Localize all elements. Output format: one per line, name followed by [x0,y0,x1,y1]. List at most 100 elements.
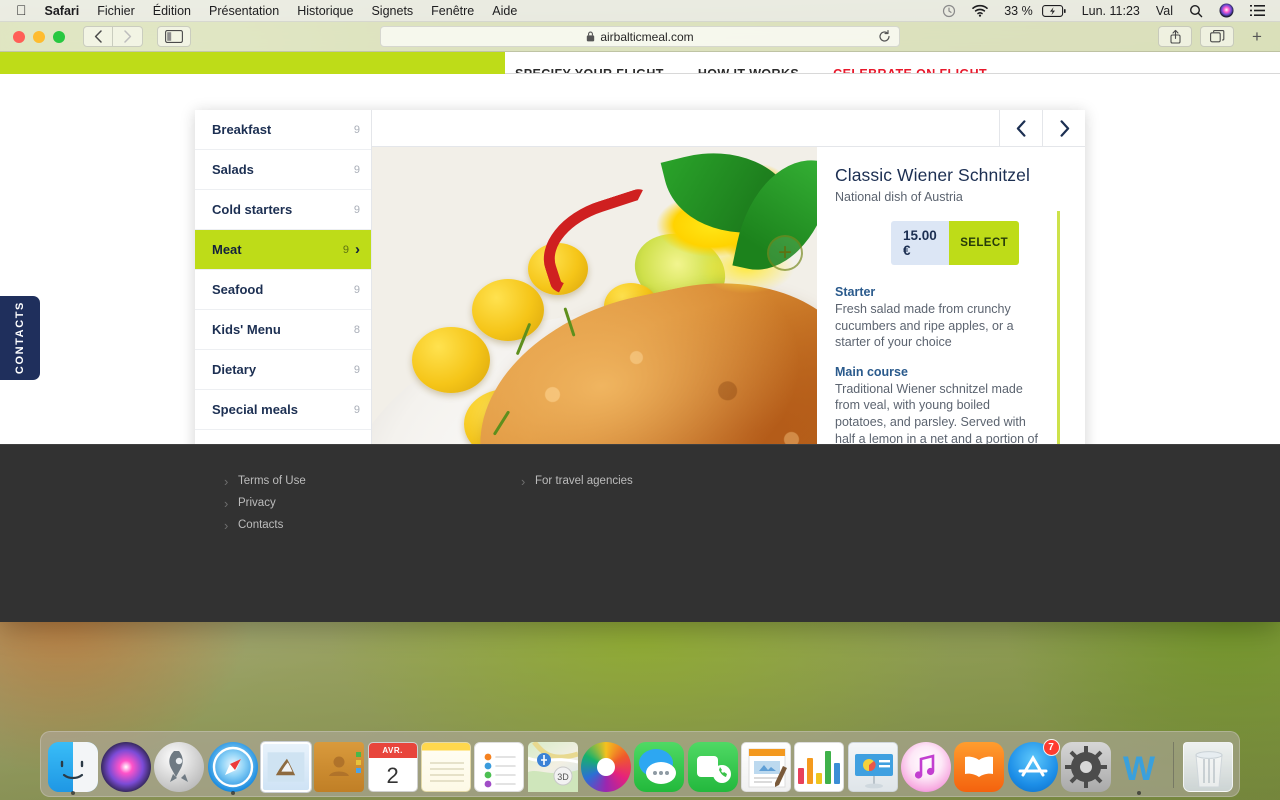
dock-item-mail[interactable] [260,734,311,792]
category-count: 9 [353,403,360,416]
close-window-button[interactable] [13,30,25,43]
spotlight-search-icon[interactable] [1182,4,1210,18]
contacts-side-tab[interactable]: CONTACTS [0,296,40,380]
dock-item-word[interactable]: W [1114,734,1165,795]
sidebar-item-breakfast[interactable]: Breakfast 9 › [195,110,371,150]
dock-item-messages[interactable] [634,734,685,792]
price-and-select-row: 15.00 € SELECT [891,221,1019,265]
dock-item-pages[interactable] [740,734,791,792]
dock-item-facetime[interactable] [687,734,738,792]
sidebar-item-kids-menu[interactable]: Kids' Menu 8 › [195,310,371,350]
app-store-badge: 7 [1042,739,1060,756]
menu-item-aide[interactable]: Aide [483,4,526,18]
menu-item-signets[interactable]: Signets [362,4,422,18]
facetime-icon [687,742,738,792]
dish-subtitle: National dish of Austria [835,190,963,204]
category-label: Meat [212,242,242,257]
menu-item-historique[interactable]: Historique [288,4,362,18]
forward-button[interactable] [113,26,143,47]
dock-item-launchpad[interactable] [154,734,205,792]
sidebar-item-salads[interactable]: Salads 9 › [195,150,371,190]
category-label: Kids' Menu [212,322,281,337]
new-tab-button[interactable]: + [1246,26,1268,48]
dock-item-appstore[interactable]: 7 [1007,734,1060,792]
category-count: 9 [342,243,349,256]
numbers-icon [794,742,845,792]
share-button[interactable] [1158,26,1192,47]
system-preferences-icon [1060,742,1111,792]
course-name: Main course [835,364,908,379]
dock-item-notes[interactable] [420,734,471,792]
maps-icon: 3D [527,740,579,792]
reload-icon[interactable] [878,30,891,43]
footer-link-terms-of-use[interactable]: Terms of Use [224,474,306,489]
back-button[interactable] [83,26,113,47]
dock-item-photos[interactable] [580,734,631,792]
time-machine-icon[interactable] [935,4,963,18]
sidebar-item-dietary[interactable]: Dietary 9 › [195,350,371,390]
tab-overview-button[interactable] [1200,26,1234,47]
notification-center-icon[interactable] [1243,4,1272,17]
dock-item-calendar[interactable]: AVR. 2 [367,734,418,792]
menu-item-fichier[interactable]: Fichier [88,4,144,18]
sidebar-item-special-meals[interactable]: Special meals 9 › [195,390,371,430]
maximize-window-button[interactable] [53,30,65,43]
sidebar-toggle-button[interactable] [157,26,191,47]
select-button[interactable]: SELECT [949,221,1019,265]
address-bar[interactable]: airbalticmeal.com [380,26,900,47]
web-page-viewport: SPECIFY YOUR FLIGHT HOW IT WORKS CELEBRA… [0,52,1280,622]
siri-menu-icon[interactable] [1212,3,1241,18]
wifi-icon[interactable] [965,4,995,17]
category-label: Salads [212,162,254,177]
footer-link-privacy[interactable]: Privacy [224,496,306,511]
dock-item-safari[interactable] [207,734,258,795]
footer-link-travel-agencies[interactable]: For travel agencies [521,474,633,489]
calendar-icon: AVR. 2 [367,742,418,792]
footer-link-contacts[interactable]: Contacts [224,518,306,533]
dock-item-maps[interactable]: 3D [527,734,579,792]
clock-datetime[interactable]: Lun. 11:23 [1075,4,1147,18]
minimize-window-button[interactable] [33,30,45,43]
dock-item-books[interactable] [954,734,1005,792]
dock-item-keynote[interactable] [847,734,898,792]
bar [798,768,805,784]
running-indicator [230,791,235,795]
category-label: Seafood [212,282,264,297]
menu-item-safari[interactable]: Safari [36,4,89,18]
menu-item-presentation[interactable]: Présentation [200,4,288,18]
potato-shape [412,327,490,393]
zoom-in-icon[interactable]: + [767,235,803,271]
user-account-label[interactable]: Val [1149,4,1180,18]
dock-item-siri[interactable] [100,734,151,792]
trash-icon [1182,742,1233,792]
dock-item-itunes[interactable] [900,734,951,792]
window-controls [8,30,65,43]
menu-item-fenetre[interactable]: Fenêtre [422,4,483,18]
dock-item-system-preferences[interactable] [1060,734,1111,792]
sidebar-item-meat[interactable]: Meat 9 › [195,230,371,270]
battery-icon[interactable] [1041,4,1073,17]
category-label: Cold starters [212,202,293,217]
footer-column-primary: Terms of Use Privacy Contacts [224,474,306,541]
address-bar-url: airbalticmeal.com [600,29,694,44]
dock-item-reminders[interactable] [474,734,525,792]
menu-item-edition[interactable]: Édition [144,4,200,18]
messages-icon [634,742,685,792]
sidebar-item-cold-starters[interactable]: Cold starters 9 › [195,190,371,230]
previous-dish-button[interactable] [999,110,1042,146]
dock-item-contacts[interactable] [314,734,365,792]
potato-shape [472,279,544,341]
dock-item-trash[interactable] [1182,734,1233,792]
mail-icon [260,742,311,792]
mac-dock: AVR. 2 3D 7 W [40,731,1240,797]
sidebar-item-seafood[interactable]: Seafood 9 › [195,270,371,310]
next-dish-button[interactable] [1042,110,1085,146]
course-description: Fresh salad made from crunchy cucumbers … [835,302,1014,350]
navigation-buttons [83,26,143,47]
running-indicator [1137,791,1142,795]
category-count: 9 [353,283,360,296]
dock-item-numbers[interactable] [794,734,845,792]
apple-logo-icon[interactable]:  [8,3,36,19]
dock-item-finder[interactable] [47,734,98,795]
notes-icon [420,742,471,792]
